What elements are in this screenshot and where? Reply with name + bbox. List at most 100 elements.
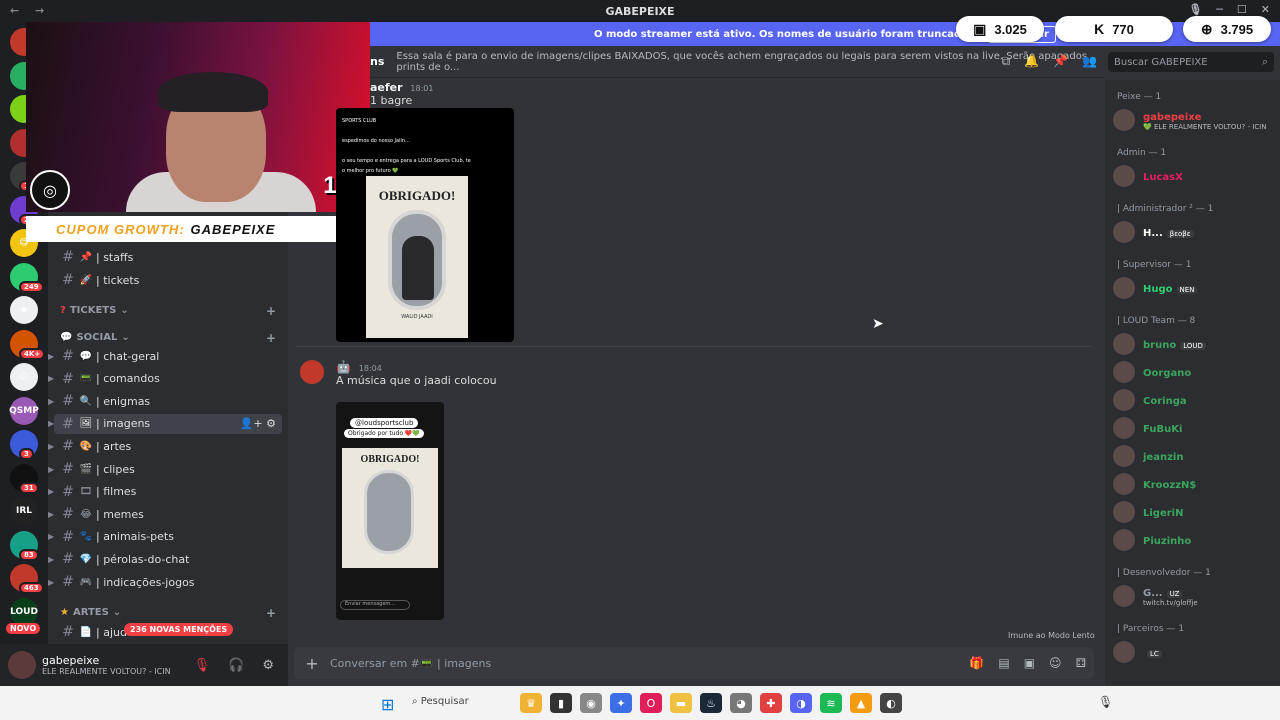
twitch-viewers-count: 3.025 <box>994 21 1027 37</box>
mic-tray-icon[interactable]: 🎙 <box>1098 695 1113 709</box>
member-item[interactable]: Piuzinho <box>1113 528 1275 552</box>
bell-icon[interactable]: 🔔 <box>1024 54 1039 69</box>
member-item[interactable]: Coringa <box>1113 388 1275 412</box>
category-tickets[interactable]: ? TICKETS ⌄ + <box>60 304 276 318</box>
channel-indicações-jogos[interactable]: ▶ # 🎮 | indicações-jogos <box>48 572 282 592</box>
discord-icon[interactable]: ◑ <box>790 693 812 713</box>
copilot-icon[interactable]: ✦ <box>610 693 632 713</box>
add-channel-icon[interactable]: + <box>266 331 276 345</box>
member-item[interactable]: jeanzin <box>1113 444 1275 468</box>
apps-icon[interactable]: ⚃ <box>1076 656 1086 670</box>
opera-icon[interactable]: O <box>640 693 662 713</box>
app-icon[interactable]: ◕ <box>730 693 752 713</box>
coupon-label: CUPOM GROWTH: <box>56 221 185 237</box>
app-icon[interactable]: ▲ <box>850 693 872 713</box>
category-social[interactable]: 💬 SOCIAL ⌄ + <box>60 331 276 345</box>
server-badge: 3 <box>19 448 34 460</box>
server-icon[interactable]: ◆ <box>10 296 38 324</box>
gear-icon[interactable]: ⚙ <box>262 658 274 673</box>
steam-icon[interactable]: ♨ <box>700 693 722 713</box>
message-author[interactable]: aefer <box>370 81 403 94</box>
member-item[interactable]: Oorgano <box>1113 360 1275 384</box>
crown-app-icon[interactable]: ♛ <box>520 693 542 713</box>
member-item[interactable]: H... βεοβε <box>1113 220 1275 244</box>
channel-pérolas-do-chat[interactable]: ▶ # 💎 | pérolas-do-chat <box>48 549 282 569</box>
channel-comandos[interactable]: ▶ # 📟 | comandos <box>48 369 282 389</box>
gif-icon[interactable]: ▤ <box>998 656 1009 670</box>
member-item[interactable]: bruno LOUD <box>1113 332 1275 356</box>
channel-filmes[interactable]: ▶ # 🎞 | filmes <box>48 482 282 502</box>
chevron-right-icon: ▶ <box>48 487 55 497</box>
close-window-icon[interactable]: ✕ <box>1261 3 1270 16</box>
member-item[interactable]: LucasX <box>1113 164 1275 188</box>
member-item[interactable]: LigeriN <box>1113 500 1275 524</box>
channel-memes[interactable]: ▶ # 😂 | memes <box>48 504 282 524</box>
taskbar-search[interactable]: ⌕ Pesquisar <box>412 696 469 707</box>
member-item[interactable]: G... UZ twitch.tv/gloffje <box>1113 584 1275 608</box>
kick-viewers-stat: K 770 <box>1055 16 1173 42</box>
folder-icon[interactable]: ▬ <box>670 693 692 713</box>
kick-icon: K <box>1094 21 1105 37</box>
obs-icon[interactable]: ◐ <box>880 693 902 713</box>
pin-icon[interactable]: 📌 <box>1053 54 1068 69</box>
server-icon[interactable]: LOUD <box>10 597 38 626</box>
channel-enigmas[interactable]: ▶ # 🔍 | enigmas <box>48 391 282 411</box>
image-text: SPORTS CLUB espedimos do nosso Jalin... … <box>342 118 471 174</box>
new-mentions-badge[interactable]: 236 NOVAS MENÇÕES <box>124 623 234 636</box>
search-input[interactable]: Buscar GABEPEIXE ⌕ <box>1108 52 1274 72</box>
message-image-1[interactable]: SPORTS CLUB espedimos do nosso Jalin... … <box>336 108 514 342</box>
hash-icon: # <box>62 393 74 410</box>
channel-name: | pérolas-do-chat <box>96 552 190 566</box>
server-icon[interactable]: QSMP <box>9 396 39 425</box>
member-item[interactable]: gabepeixe 💚 ELE REALMENTE VOLTOU? - ICIN <box>1113 108 1275 132</box>
headphones-icon[interactable]: 🎧 <box>228 658 244 673</box>
windows-start-icon[interactable]: ⊞ <box>381 695 394 714</box>
server-icon[interactable]: IRL <box>10 497 38 525</box>
avatar <box>1113 361 1135 383</box>
channel-animais-pets[interactable]: ▶ # 🐾 | animais-pets <box>48 527 282 547</box>
member-name: Piuzinho <box>1143 536 1192 547</box>
member-item[interactable]: LC <box>1113 640 1275 664</box>
member-name: jeanzin <box>1143 452 1184 463</box>
app-icon[interactable]: ◉ <box>580 693 602 713</box>
channel-staffs[interactable]: # 📌 | staffs <box>54 247 282 267</box>
member-item[interactable]: Hugo NEN <box>1113 276 1275 300</box>
add-channel-icon[interactable]: + <box>266 606 276 620</box>
channel-topic[interactable]: Essa sala é para o envio de imagens/clip… <box>396 51 1105 73</box>
gift-icon[interactable]: 🎁 <box>969 656 984 670</box>
server-icon[interactable]: ☺ <box>10 363 38 391</box>
avatar[interactable] <box>300 360 324 384</box>
member-item[interactable]: KroozzN$ <box>1113 472 1275 496</box>
mute-mic-icon[interactable]: 🎙 <box>194 658 211 673</box>
member-item[interactable]: FuBuKi <box>1113 416 1275 440</box>
help-icon[interactable]: 🎙 <box>1188 3 1202 16</box>
back-forward-nav[interactable]: ← → <box>10 4 50 17</box>
channel-chat-geral[interactable]: ▶ # 💬 | chat-geral <box>48 346 282 366</box>
avatar[interactable] <box>8 651 36 679</box>
channel-imagens[interactable]: ▶ # 🖼 | imagens 👤+ ⚙ <box>48 413 282 434</box>
channel-artes[interactable]: ▶ # 🎨 | artes <box>48 436 282 456</box>
spotify-icon[interactable]: ≋ <box>820 693 842 713</box>
channel-tickets[interactable]: # 🚀 | tickets <box>54 270 282 290</box>
message-composer[interactable]: + Conversar em #📟 | imagens 🎁 ▤ ▣ ☺ ⚃ <box>294 647 1094 679</box>
add-attachment-icon[interactable]: + <box>294 654 330 673</box>
chevron-right-icon: ▶ <box>48 441 55 451</box>
hash-icon: # <box>62 415 74 432</box>
add-channel-icon[interactable]: + <box>266 304 276 318</box>
terminal-app-icon[interactable]: ▮ <box>550 693 572 713</box>
maximize-icon[interactable]: ☐ <box>1237 3 1247 16</box>
channel-name: | comandos <box>96 372 160 386</box>
members-icon[interactable]: 👥 <box>1082 54 1097 69</box>
channel-settings-icon[interactable]: 👤+ ⚙ <box>240 417 276 430</box>
channel-emoji: 🔍 <box>79 395 93 407</box>
avatar <box>1113 165 1135 187</box>
app-icon[interactable]: ✚ <box>760 693 782 713</box>
sticker-icon[interactable]: ▣ <box>1024 656 1035 670</box>
category-artes[interactable]: ★ ARTES ⌄ + <box>60 606 276 620</box>
minimize-icon[interactable]: ─ <box>1216 3 1223 16</box>
threads-icon[interactable]: ⧉ <box>1002 54 1011 69</box>
channel-clipes[interactable]: ▶ # 🎬 | clipes <box>48 459 282 479</box>
emoji-icon[interactable]: ☺ <box>1049 656 1062 670</box>
avatar <box>1113 501 1135 523</box>
message-image-2[interactable]: @loudsportsclub Obrigado por tudo ❤️💚 OB… <box>336 402 444 620</box>
